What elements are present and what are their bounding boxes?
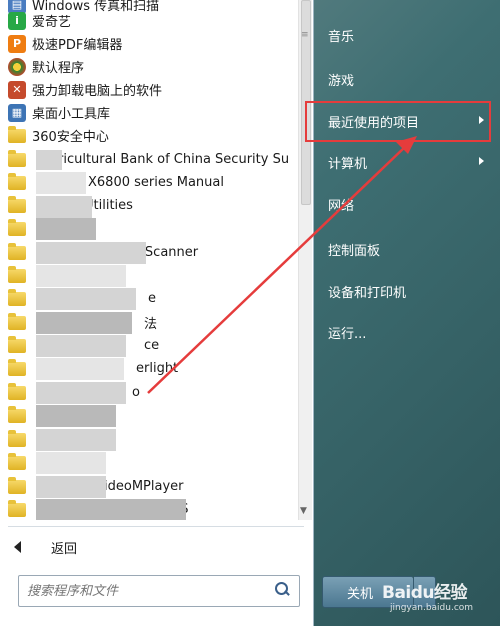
right-item-label: 运行...	[328, 327, 367, 342]
right-item-label: 音乐	[328, 30, 355, 45]
folder-icon	[8, 405, 26, 423]
program-label: 360安全中心	[32, 130, 109, 145]
program-item-iqiyi[interactable]: i 爱奇艺	[8, 9, 296, 32]
privacy-blur	[36, 196, 92, 218]
search-icon[interactable]	[269, 578, 295, 604]
folder-icon	[8, 265, 26, 283]
annotation-highlight-box	[305, 101, 491, 142]
program-label: 极速PDF编辑器	[32, 38, 123, 53]
privacy-blur	[36, 288, 136, 310]
program-label: 法	[144, 317, 158, 332]
baidu-watermark: Baidu经验 jingyan.baidu.com	[382, 578, 473, 613]
privacy-blur	[36, 335, 126, 357]
folder-icon	[8, 195, 26, 213]
back-arrow-icon	[14, 541, 21, 553]
default-programs-icon	[8, 57, 26, 76]
right-item-label: 计算机	[328, 157, 368, 172]
program-label: ideoMPlayer	[104, 479, 184, 494]
right-item-label: 网络	[328, 199, 355, 214]
folder-icon	[8, 335, 26, 353]
shutdown-label: 关机	[347, 586, 374, 602]
submenu-arrow-icon	[479, 157, 484, 165]
iqiyi-icon: i	[8, 11, 26, 30]
folder-icon	[8, 288, 26, 306]
program-list: ▤ Windows 传真和扫描 i 爱奇艺 P 极速PDF编辑器 默认程序 ✕ …	[0, 0, 298, 520]
privacy-blur	[36, 476, 106, 498]
right-item-network[interactable]: 网络	[328, 195, 354, 214]
gadgets-icon: ▦	[8, 103, 26, 122]
right-item-computer[interactable]: 计算机	[328, 153, 484, 172]
separator	[8, 526, 304, 527]
privacy-blur	[36, 172, 86, 194]
program-label: Scanner	[144, 245, 199, 260]
privacy-blur	[36, 265, 126, 287]
back-label: 返回	[51, 541, 78, 557]
uninstaller-icon: ✕	[8, 80, 26, 99]
program-label: 强力卸载电脑上的软件	[32, 84, 163, 99]
program-item-gadgets[interactable]: ▦ 桌面小工具库	[8, 101, 296, 124]
program-label: ricultural Bank of China Security Su	[58, 152, 290, 167]
search-box[interactable]	[18, 575, 300, 607]
program-item-uninstaller[interactable]: ✕ 强力卸载电脑上的软件	[8, 78, 296, 101]
program-label: 默认程序	[32, 61, 85, 76]
back-button[interactable]: 返回	[14, 535, 77, 559]
folder-icon	[8, 218, 26, 236]
folder-icon	[8, 476, 26, 494]
scroll-down-arrow-icon[interactable]: ▼	[300, 506, 307, 516]
right-item-devices-printers[interactable]: 设备和打印机	[328, 282, 406, 301]
privacy-blur	[36, 150, 62, 170]
program-label: o	[132, 385, 140, 400]
program-label: X6800 series Manual	[88, 175, 224, 190]
privacy-blur	[36, 499, 186, 520]
folder-icon	[8, 312, 26, 330]
program-label: 桌面小工具库	[32, 107, 111, 122]
privacy-blur	[36, 429, 116, 451]
scroll-grip-icon: ≡	[301, 30, 309, 40]
privacy-blur	[36, 242, 146, 264]
program-label: e	[148, 291, 156, 306]
folder-icon	[8, 358, 26, 376]
program-item-default-programs[interactable]: 默认程序	[8, 55, 296, 78]
right-item-run[interactable]: 运行...	[328, 323, 366, 342]
folder-icon	[8, 499, 26, 517]
folder-icon	[8, 125, 26, 143]
right-item-label: 游戏	[328, 74, 355, 89]
folder-icon	[8, 242, 26, 260]
privacy-blur	[36, 382, 126, 404]
program-label: ce	[144, 338, 160, 353]
folder-icon	[8, 429, 26, 447]
privacy-blur	[36, 452, 106, 474]
privacy-blur	[36, 358, 124, 380]
program-label: erlight	[136, 361, 179, 376]
watermark-url: jingyan.baidu.com	[390, 603, 474, 613]
program-label: 爱奇艺	[32, 15, 72, 30]
folder-icon	[8, 149, 26, 167]
program-list-scrollbar[interactable]: ≡ ▼	[298, 0, 312, 520]
privacy-blur	[36, 405, 116, 427]
search-input[interactable]	[19, 583, 269, 599]
folder-icon	[8, 452, 26, 470]
watermark-logo: Baidu经验	[382, 583, 468, 603]
folder-item[interactable]: 360安全中心	[8, 124, 296, 147]
program-item-pdf-editor[interactable]: P 极速PDF编辑器	[8, 32, 296, 55]
start-menu-left-panel: ▤ Windows 传真和扫描 i 爱奇艺 P 极速PDF编辑器 默认程序 ✕ …	[0, 0, 314, 626]
privacy-blur	[36, 218, 96, 240]
folder-icon	[8, 172, 26, 190]
right-item-games[interactable]: 游戏	[328, 70, 354, 89]
right-item-label: 设备和打印机	[328, 286, 407, 301]
pdf-editor-icon: P	[8, 34, 26, 53]
folder-icon	[8, 382, 26, 400]
right-item-control-panel[interactable]: 控制面板	[328, 240, 380, 259]
right-item-label: 控制面板	[328, 244, 381, 259]
privacy-blur	[36, 312, 132, 334]
right-item-music[interactable]: 音乐	[328, 26, 354, 45]
